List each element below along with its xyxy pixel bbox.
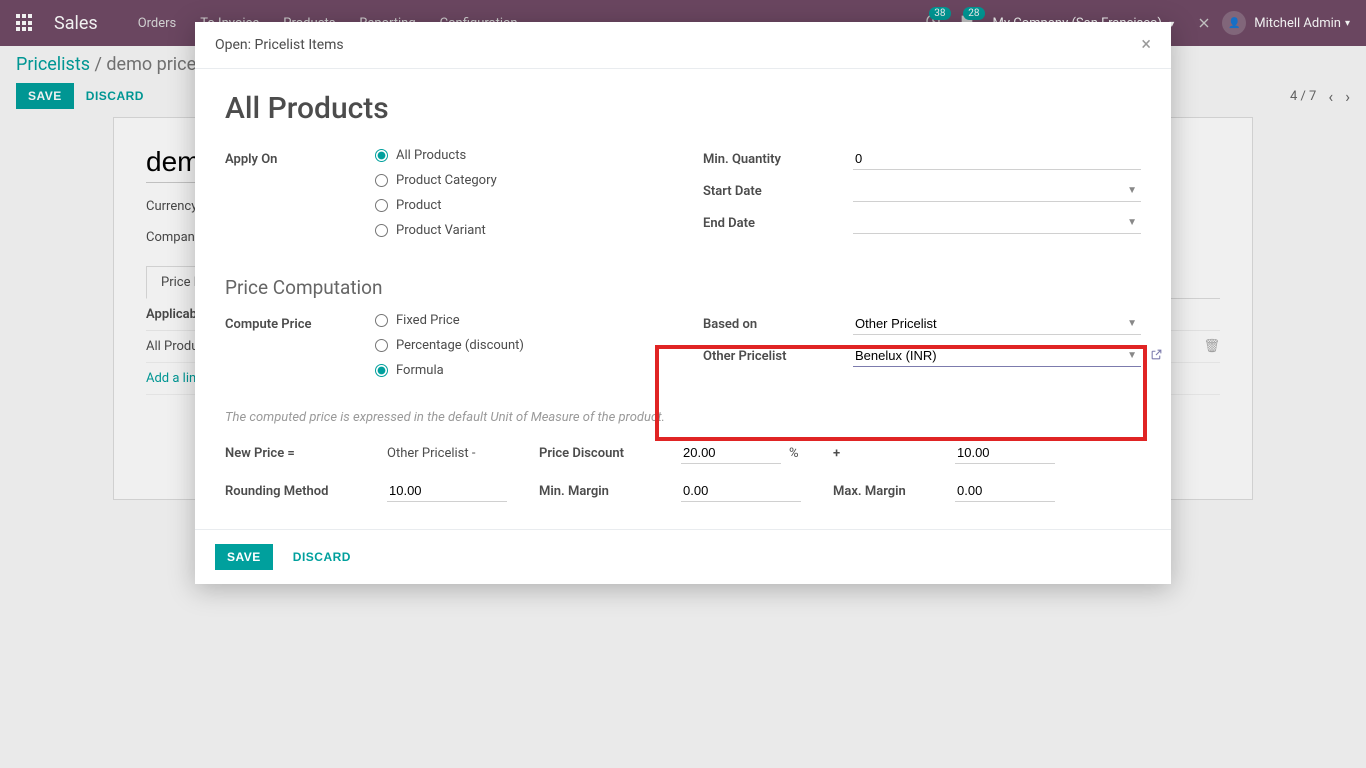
compute-price-radios: Fixed Price Percentage (discount) Formul… bbox=[375, 313, 663, 388]
end-date-label: End Date bbox=[703, 212, 853, 231]
external-link-icon[interactable] bbox=[1150, 348, 1163, 365]
percent-sign: % bbox=[789, 446, 799, 461]
new-price-base: Other Pricelist - bbox=[387, 446, 475, 461]
max-margin-input[interactable] bbox=[955, 480, 1055, 502]
discount-label: Price Discount bbox=[539, 446, 649, 461]
modal-save-button[interactable]: SAVE bbox=[215, 544, 273, 570]
close-icon[interactable]: × bbox=[1141, 36, 1151, 54]
modal-discard-button[interactable]: DISCARD bbox=[281, 544, 363, 570]
rounding-input[interactable] bbox=[387, 480, 507, 502]
help-text: The computed price is expressed in the d… bbox=[225, 410, 1141, 425]
min-qty-label: Min. Quantity bbox=[703, 148, 853, 167]
other-pricelist-select[interactable] bbox=[853, 345, 1141, 367]
compute-fixed[interactable]: Fixed Price bbox=[375, 313, 663, 328]
pricelist-item-modal: Open: Pricelist Items × All Products App… bbox=[195, 22, 1171, 584]
compute-percent[interactable]: Percentage (discount) bbox=[375, 338, 663, 353]
based-on-select[interactable] bbox=[853, 313, 1141, 335]
apply-on-all[interactable]: All Products bbox=[375, 148, 663, 163]
start-date-label: Start Date bbox=[703, 180, 853, 199]
modal-header: Open: Pricelist Items × bbox=[195, 22, 1171, 69]
compute-price-label: Compute Price bbox=[225, 313, 375, 332]
apply-on-category[interactable]: Product Category bbox=[375, 173, 663, 188]
compute-formula[interactable]: Formula bbox=[375, 363, 663, 378]
apply-on-label: Apply On bbox=[225, 148, 375, 167]
modal-footer: SAVE DISCARD bbox=[195, 529, 1171, 584]
modal-heading: All Products bbox=[225, 91, 1141, 126]
new-price-label: New Price = bbox=[225, 446, 355, 461]
start-date-input[interactable] bbox=[853, 180, 1141, 202]
rounding-label: Rounding Method bbox=[225, 484, 355, 499]
modal-title: Open: Pricelist Items bbox=[215, 37, 344, 53]
price-computation-heading: Price Computation bbox=[225, 276, 1141, 299]
min-margin-input[interactable] bbox=[681, 480, 801, 502]
based-on-label: Based on bbox=[703, 313, 853, 332]
end-date-input[interactable] bbox=[853, 212, 1141, 234]
min-qty-input[interactable] bbox=[853, 148, 1141, 170]
plus-label: + bbox=[833, 446, 923, 461]
price-formula-section: New Price = Rounding Method Other Pricel… bbox=[225, 439, 1141, 505]
apply-on-product[interactable]: Product bbox=[375, 198, 663, 213]
other-pricelist-label: Other Pricelist bbox=[703, 345, 853, 364]
surcharge-input[interactable] bbox=[955, 442, 1055, 464]
max-margin-label: Max. Margin bbox=[833, 484, 923, 499]
discount-input[interactable] bbox=[681, 442, 781, 464]
apply-on-variant[interactable]: Product Variant bbox=[375, 223, 663, 238]
apply-on-radios: All Products Product Category Product Pr… bbox=[375, 148, 663, 248]
min-margin-label: Min. Margin bbox=[539, 484, 649, 499]
